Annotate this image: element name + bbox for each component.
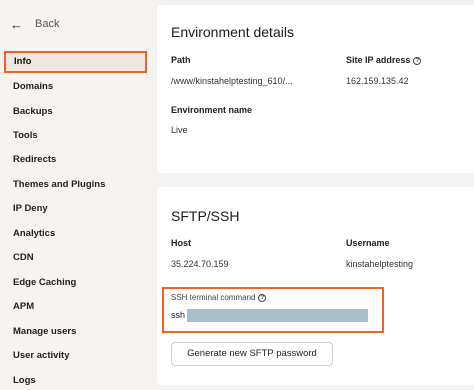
host-label: Host (171, 238, 191, 248)
sidebar-item-cdn[interactable]: CDN (13, 251, 34, 265)
ssh-command-prefix[interactable]: ssh (171, 310, 185, 320)
sidebar-item-analytics[interactable]: Analytics (13, 227, 55, 241)
generate-sftp-password-button[interactable]: Generate new SFTP password (171, 342, 333, 366)
sidebar-item-tools[interactable]: Tools (13, 129, 38, 143)
sftp-ssh-card: SFTP/SSH Host 35.224.70.159 Username kin… (157, 187, 474, 385)
ssh-command-label: SSH terminal command (171, 293, 256, 302)
sidebar-item-user-activity[interactable]: User activity (13, 349, 70, 363)
environment-name-label: Environment name (171, 105, 253, 115)
site-ip-value: 162.159.135.42 (346, 76, 409, 86)
sidebar-item-redirects[interactable]: Redirects (13, 153, 56, 167)
sidebar-item-backups[interactable]: Backups (13, 105, 53, 119)
site-ip-label-group: Site IP address? (346, 55, 422, 65)
sidebar-item-apm[interactable]: APM (13, 300, 34, 314)
host-value: 35.224.70.159 (171, 259, 229, 269)
username-value: kinstahelptesting (346, 259, 414, 269)
sidebar-item-info[interactable]: Info (4, 51, 147, 73)
path-label: Path (171, 55, 191, 65)
sftp-ssh-title: SFTP/SSH (171, 208, 240, 224)
environment-details-title: Environment details (171, 24, 294, 40)
sidebar-item-manage-users[interactable]: Manage users (13, 325, 76, 339)
help-icon[interactable]: ? (258, 294, 267, 302)
help-icon[interactable]: ? (413, 57, 422, 65)
path-value: /www/kinstahelptesting_610/... (171, 76, 293, 86)
sidebar-item-edge-caching[interactable]: Edge Caching (13, 276, 76, 290)
sidebar-item-domains[interactable]: Domains (13, 80, 53, 94)
sidebar-item-themes-and-plugins[interactable]: Themes and Plugins (13, 178, 105, 192)
back-button[interactable]: ← Back (10, 14, 59, 34)
sidebar-item-ip-deny[interactable]: IP Deny (13, 202, 48, 216)
ssh-command-label-group: SSH terminal command? (171, 293, 267, 302)
redacted-command (187, 309, 368, 322)
sidebar: ← Back Info Domains Backups Tools Redire… (0, 0, 150, 390)
site-ip-label: Site IP address (346, 55, 411, 65)
environment-name-value: Live (171, 125, 188, 135)
username-label: Username (346, 238, 390, 248)
arrow-left-icon: ← (10, 16, 23, 32)
back-label: Back (35, 18, 60, 30)
ssh-command-highlight: SSH terminal command? ssh (162, 287, 384, 333)
sidebar-item-label: Info (14, 56, 32, 67)
environment-details-card: Environment details Path /www/kinstahelp… (157, 5, 474, 173)
sidebar-item-logs[interactable]: Logs (13, 374, 36, 388)
